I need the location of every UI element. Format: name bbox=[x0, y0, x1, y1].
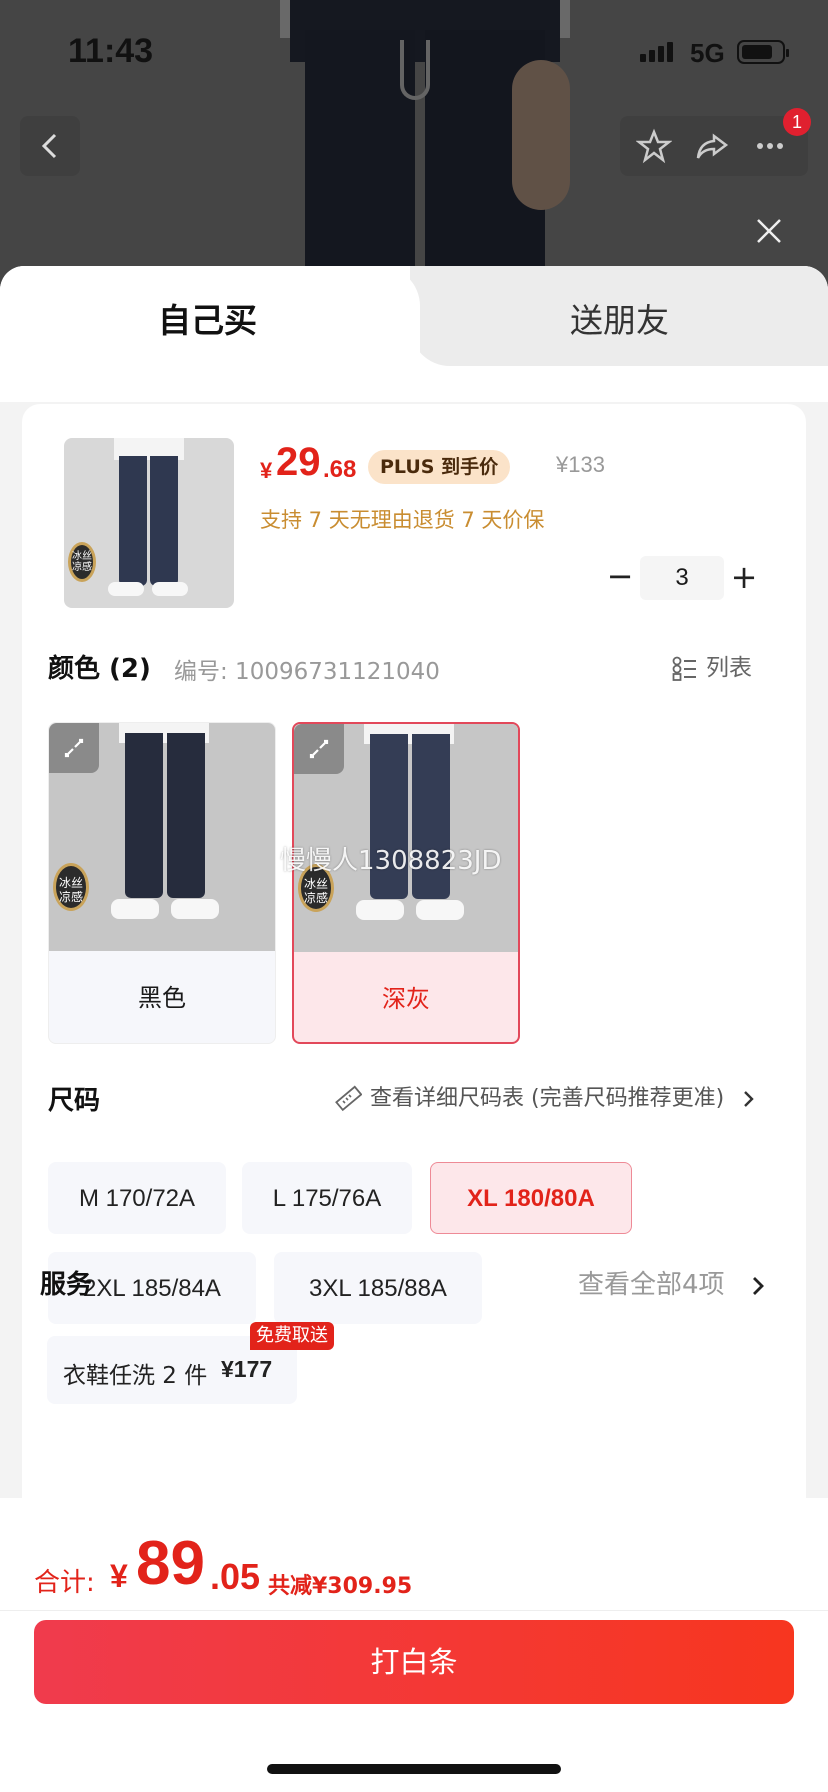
color-label: 黑色 bbox=[138, 984, 186, 1012]
close-icon[interactable] bbox=[752, 214, 786, 248]
ice-silk-badge: 冰丝 凉感 bbox=[68, 542, 96, 582]
list-icon bbox=[672, 656, 696, 681]
back-button[interactable] bbox=[20, 116, 80, 176]
size-chart-link[interactable]: 查看详细尺码表 (完善尺码推荐更准) bbox=[334, 1080, 765, 1113]
chevron-right-icon bbox=[752, 1276, 764, 1295]
original-price: ¥133 bbox=[556, 452, 605, 477]
color-option-dark-gray[interactable]: 冰丝 凉感 深灰 bbox=[292, 722, 520, 1044]
chevron-right-icon bbox=[744, 1091, 754, 1107]
size-chart-link-label: 查看详细尺码表 (完善尺码推荐更准) bbox=[370, 1086, 725, 1111]
view-all-services[interactable]: 查看全部4项 bbox=[578, 1264, 767, 1301]
chevron-left-icon bbox=[41, 133, 57, 159]
watermark: 慢慢人1308823JD bbox=[280, 846, 502, 876]
purchase-tabs: 送朋友 自己买 bbox=[0, 266, 828, 402]
size-option-3xl[interactable]: 3XL 185/88A bbox=[274, 1252, 482, 1324]
signal-icon bbox=[640, 42, 676, 62]
status-bar: 11:43 5G bbox=[0, 0, 828, 100]
notification-badge: 1 bbox=[783, 108, 811, 136]
expand-button[interactable] bbox=[294, 724, 344, 774]
service-name: 衣鞋任洗 2 件 bbox=[63, 1363, 208, 1389]
plus-price-tag: PLUS 到手价 bbox=[368, 450, 511, 484]
ruler-icon bbox=[335, 1085, 363, 1112]
network-label: 5G bbox=[690, 38, 725, 68]
total-decimal: .05 bbox=[210, 1556, 261, 1597]
baitiao-pay-button[interactable]: 打白条 bbox=[34, 1620, 794, 1704]
color-section-title: 颜色 (2) bbox=[48, 654, 151, 684]
action-bar: 1 bbox=[620, 108, 811, 176]
total-currency: ¥ bbox=[110, 1558, 128, 1594]
quantity-stepper: − 3 + bbox=[602, 556, 762, 600]
ice-silk-badge: 冰丝 凉感 bbox=[53, 863, 89, 911]
size-option-xl[interactable]: XL 180/80A bbox=[430, 1162, 632, 1234]
size-option-m[interactable]: M 170/72A bbox=[48, 1162, 226, 1234]
tab-self-buy[interactable]: 自己买 bbox=[0, 266, 420, 402]
service-section-title: 服务 bbox=[40, 1270, 93, 1300]
free-pickup-tag: 免费取送 bbox=[250, 1322, 334, 1350]
share-icon[interactable] bbox=[694, 128, 730, 164]
expand-icon bbox=[64, 738, 84, 758]
color-option-black[interactable]: 冰丝 凉感 黑色 bbox=[48, 722, 276, 1044]
expand-icon bbox=[309, 739, 329, 759]
checkout-bar: 合计: ¥ 89 .05 共减¥309.95 打白条 bbox=[0, 1498, 828, 1792]
price-integer: 29 bbox=[276, 440, 321, 484]
list-view-label: 列表 bbox=[706, 655, 752, 681]
size-option-l[interactable]: L 175/76A bbox=[242, 1162, 412, 1234]
decrease-button[interactable]: − bbox=[602, 556, 638, 600]
service-price: ¥177 bbox=[221, 1356, 273, 1382]
tab-gift[interactable]: 送朋友 bbox=[410, 266, 828, 366]
product-code: 编号: 10096731121040 bbox=[174, 659, 440, 685]
favorite-star-icon[interactable] bbox=[636, 128, 672, 164]
price-currency: ¥ bbox=[260, 458, 273, 483]
service-option[interactable]: 衣鞋任洗 2 件 ¥177 免费取送 bbox=[47, 1322, 334, 1404]
product-thumbnail[interactable]: 冰丝 凉感 bbox=[64, 438, 234, 608]
guarantee-text: 支持 7 天无理由退货 7 天价保 bbox=[260, 508, 545, 532]
increase-button[interactable]: + bbox=[726, 556, 762, 600]
color-label: 深灰 bbox=[382, 985, 430, 1013]
total-savings: 共减¥309.95 bbox=[268, 1574, 413, 1599]
battery-icon bbox=[737, 40, 789, 64]
total-label: 合计: bbox=[34, 1568, 95, 1598]
more-icon[interactable] bbox=[752, 128, 788, 164]
divider bbox=[0, 1610, 828, 1611]
total-integer: 89 bbox=[136, 1529, 205, 1598]
view-all-label: 查看全部4项 bbox=[578, 1270, 725, 1300]
home-indicator bbox=[267, 1764, 561, 1774]
quantity-input[interactable]: 3 bbox=[640, 556, 724, 600]
price-decimal: .68 bbox=[323, 456, 357, 483]
status-time: 11:43 bbox=[68, 32, 154, 70]
expand-button[interactable] bbox=[49, 723, 99, 773]
size-section-title: 尺码 bbox=[48, 1086, 101, 1116]
list-view-button[interactable]: 列表 bbox=[672, 648, 752, 682]
